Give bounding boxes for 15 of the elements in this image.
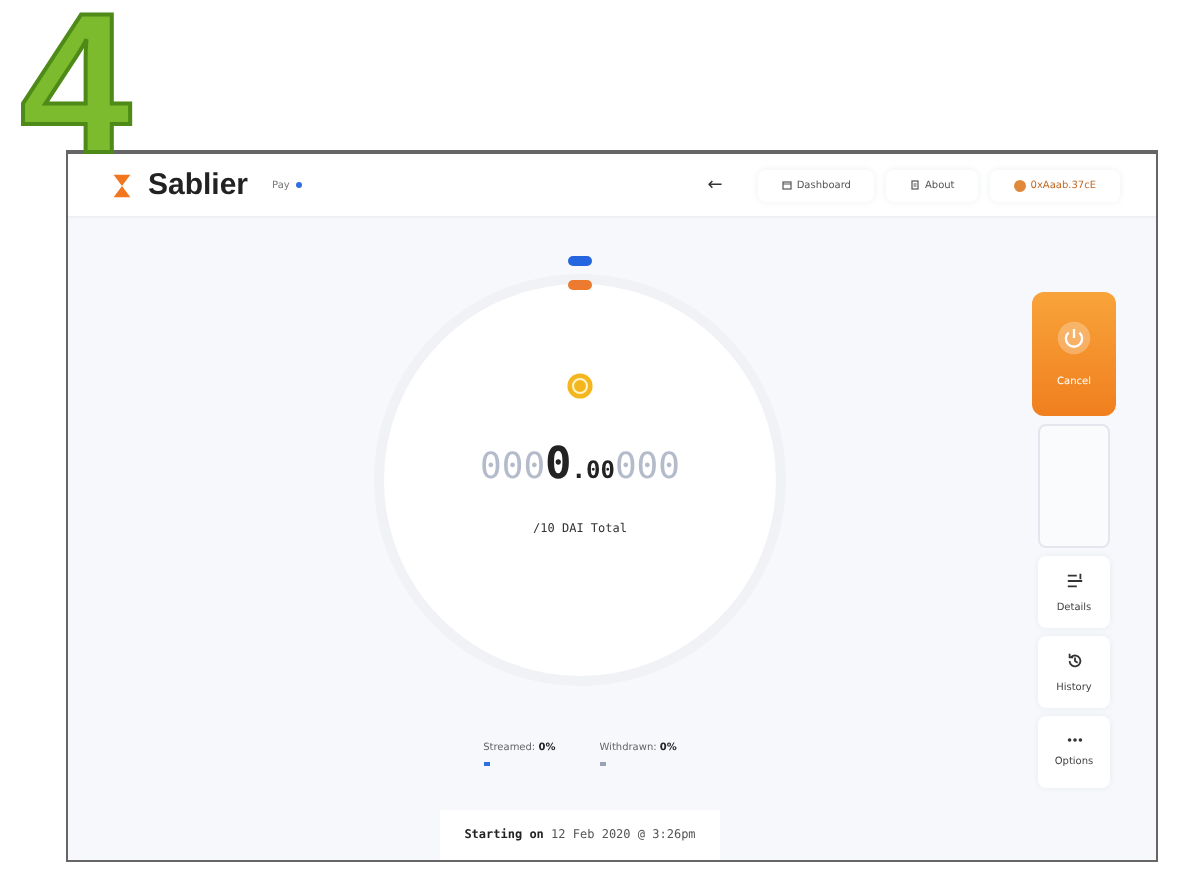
history-icon [1065, 651, 1083, 669]
indicator-pill [568, 280, 592, 290]
document-icon [910, 180, 921, 190]
back-button[interactable]: ← [703, 171, 727, 199]
indicator-pill [568, 256, 592, 266]
step-number: 4 [20, 0, 132, 184]
power-icon [1056, 320, 1092, 356]
sliders-icon [1065, 571, 1083, 589]
brand-name: Sablier [148, 168, 249, 202]
more-icon [1065, 736, 1083, 744]
calendar-icon [782, 180, 793, 190]
streamed-amount: 0000.00000 [480, 440, 680, 490]
logo-icon [108, 169, 136, 201]
coin-icon [566, 372, 594, 400]
avatar-icon [1014, 179, 1027, 191]
